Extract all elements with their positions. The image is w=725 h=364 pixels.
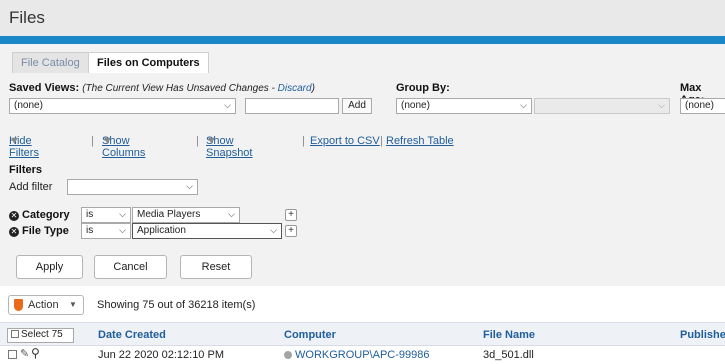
chevron-down-icon: ⌵ xyxy=(224,100,231,110)
tab-strip: File Catalog Files on Computers xyxy=(0,44,725,74)
action-bar: Action ▼ Showing 75 out of 36218 item(s) xyxy=(0,286,725,322)
edit-icon[interactable]: ✎ xyxy=(20,347,29,360)
chevron-down-icon: ⌵ xyxy=(119,209,126,219)
tab-file-catalog[interactable]: File Catalog xyxy=(12,52,89,74)
filter-field-category: Category xyxy=(22,209,70,221)
column-header-publisher[interactable]: Publishe xyxy=(680,329,725,341)
group-by-label: Group By: xyxy=(396,82,450,94)
filters-heading: Filters xyxy=(9,164,43,176)
unsaved-note: (The Current View Has Unsaved Changes - … xyxy=(82,83,315,94)
filter-value-select[interactable]: Application ⌵ xyxy=(132,223,282,239)
filter-value-select[interactable]: Media Players ⌵ xyxy=(132,207,240,223)
accent-bar xyxy=(0,36,725,44)
status-dot-icon xyxy=(284,351,292,359)
divider: | xyxy=(91,135,94,147)
chevron-down-icon: ⌵ xyxy=(119,225,126,235)
cancel-button[interactable]: Cancel xyxy=(94,255,167,279)
add-filter-value-button[interactable]: + xyxy=(285,225,297,237)
divider: | xyxy=(380,135,383,147)
saved-views-select[interactable]: (none) ⌵ xyxy=(9,98,236,114)
saved-views-header: Saved Views: (The Current View Has Unsav… xyxy=(9,82,315,94)
add-view-button[interactable]: Add xyxy=(342,98,372,114)
row-checkbox[interactable] xyxy=(8,350,17,359)
chevron-down-icon: ⌵ xyxy=(228,209,235,219)
table-header: Select 75 Date Created Computer File Nam… xyxy=(0,322,725,346)
export-csv-link[interactable]: Export to CSV xyxy=(310,135,380,147)
title-bar: Files xyxy=(0,0,725,36)
cell-file-name: 3d_501.dll xyxy=(483,349,534,361)
column-header-computer[interactable]: Computer xyxy=(284,329,336,341)
group-by-secondary-select: ⌵ xyxy=(534,98,670,114)
action-menu-button[interactable]: Action ▼ xyxy=(8,295,84,315)
remove-filter-icon[interactable]: ✕ xyxy=(9,227,19,237)
group-by-select[interactable]: (none) ⌵ xyxy=(396,98,532,114)
table-row: ✎ ⚲ Jun 22 2020 02:12:10 PM WORKGROUP\AP… xyxy=(0,346,725,364)
add-filter-label: Add filter xyxy=(9,181,53,193)
caret-down-icon: ▼ xyxy=(69,300,77,309)
apply-button[interactable]: Apply xyxy=(16,255,83,279)
chevron-down-icon: ⌵ xyxy=(658,100,665,110)
reset-button[interactable]: Reset xyxy=(180,255,252,279)
cell-date-created: Jun 22 2020 02:12:10 PM xyxy=(98,349,224,361)
caret-down-icon: ▼ xyxy=(9,135,20,147)
shield-icon xyxy=(14,299,23,311)
caret-down-icon: ▼ xyxy=(206,135,217,147)
caret-down-icon: ▼ xyxy=(102,135,113,147)
page-title: Files xyxy=(9,8,45,27)
item-count-status: Showing 75 out of 36218 item(s) xyxy=(97,299,256,311)
refresh-table-link[interactable]: Refresh Table xyxy=(386,135,454,147)
add-filter-value-button[interactable]: + xyxy=(285,209,297,221)
saved-views-label: Saved Views: xyxy=(9,82,80,94)
remove-filter-icon[interactable]: ✕ xyxy=(9,211,19,221)
filter-operator-select[interactable]: is ⌵ xyxy=(81,223,131,239)
chevron-down-icon: ⌵ xyxy=(270,225,277,235)
search-icon[interactable]: ⚲ xyxy=(31,346,40,360)
chevron-down-icon: ⌵ xyxy=(186,181,193,191)
filter-field-file-type: File Type xyxy=(22,225,69,237)
view-name-input[interactable] xyxy=(245,98,339,114)
select-all-checkbox[interactable]: Select 75 xyxy=(7,328,74,343)
add-filter-select[interactable]: ⌵ xyxy=(67,179,198,195)
cell-computer[interactable]: WORKGROUP\APC-99986 xyxy=(284,349,429,361)
column-header-date-created[interactable]: Date Created xyxy=(98,329,166,341)
options-panel: Saved Views: (The Current View Has Unsav… xyxy=(0,73,725,286)
divider: | xyxy=(196,135,199,147)
tab-files-on-computers[interactable]: Files on Computers xyxy=(88,52,209,74)
checkbox-icon xyxy=(11,330,19,338)
column-header-file-name[interactable]: File Name xyxy=(483,329,535,341)
chevron-down-icon: ⌵ xyxy=(520,100,527,110)
divider: | xyxy=(302,135,305,147)
table-toolbar: Hide Filters ▼ | Show Columns ▼ | Show S… xyxy=(9,135,454,159)
max-age-select[interactable]: (none) xyxy=(680,98,725,114)
filter-operator-select[interactable]: is ⌵ xyxy=(81,207,131,223)
discard-link[interactable]: Discard xyxy=(278,83,312,94)
